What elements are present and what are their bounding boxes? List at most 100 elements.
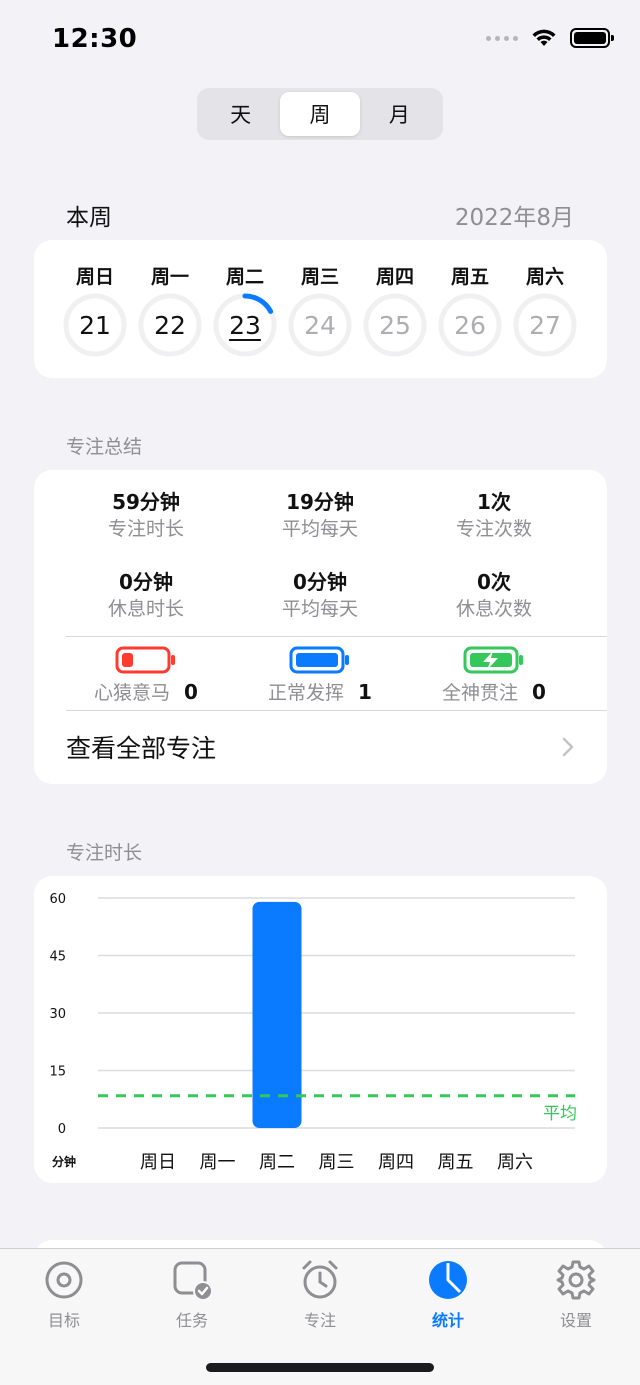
week-day-date: 25 xyxy=(379,310,411,340)
tab-statistics[interactable]: 统计 xyxy=(403,1259,493,1331)
y-tick-label: 30 xyxy=(49,1007,66,1022)
summary-section-label: 专注总结 xyxy=(66,436,143,458)
metric-focus-daily-average: 19分钟 平均每天 xyxy=(233,486,407,566)
metric-focus-count: 1次 专注次数 xyxy=(407,486,581,566)
alarm-clock-icon xyxy=(302,1260,338,1299)
day-progress-ring: 25 xyxy=(362,292,428,358)
mood-distracted: 心猿意马 0 xyxy=(59,646,233,705)
focus-summary-card: 59分钟 专注时长 19分钟 平均每天 1次 专注次数 0分钟 休息时长 0分钟… xyxy=(34,470,607,784)
week-day-date: 24 xyxy=(304,310,336,340)
tab-label: 统计 xyxy=(431,1311,464,1330)
metric-value: 0分钟 xyxy=(293,570,347,594)
week-day-21[interactable]: 周日 21 xyxy=(62,262,128,358)
wifi-icon xyxy=(532,29,556,46)
target-icon xyxy=(45,1261,83,1299)
tab-focus[interactable]: 专注 xyxy=(275,1259,365,1331)
tab-goals[interactable]: 目标 xyxy=(19,1259,109,1331)
week-header: 本周 2022年8月 xyxy=(66,198,574,232)
day-progress-ring: 27 xyxy=(512,292,578,358)
metric-value: 59分钟 xyxy=(112,490,180,514)
day-progress-ring: 24 xyxy=(287,292,353,358)
y-tick-label: 0 xyxy=(58,1122,66,1137)
mood-line: 心猿意马 0 xyxy=(94,678,198,705)
battery-low-icon xyxy=(115,646,175,674)
mood-name: 全神贯注 xyxy=(442,682,519,704)
mood-count: 0 xyxy=(184,679,198,704)
focus-duration-chart: 0 15 30 45 60 分钟 周日 周一 周二 周三 周四 周五 周六 平均 xyxy=(49,892,577,1173)
tab-label: 专注 xyxy=(303,1311,336,1330)
metric-label: 平均每天 xyxy=(281,518,358,540)
focus-moods: 心猿意马 0 正常发挥 1 全神贯注 0 xyxy=(34,646,607,705)
view-all-focus-label: 查看全部专注 xyxy=(66,734,217,763)
week-day-date: 26 xyxy=(454,310,486,340)
status-icons xyxy=(486,28,614,48)
status-time: 12:30 xyxy=(52,24,138,54)
chart-section-label: 专注时长 xyxy=(66,842,143,864)
week-day-22[interactable]: 周一 22 xyxy=(137,262,203,358)
week-day-27[interactable]: 周六 27 xyxy=(512,262,578,358)
week-day-date: 22 xyxy=(154,310,186,340)
mood-count: 0 xyxy=(532,679,546,704)
day-progress-ring: 26 xyxy=(437,292,503,358)
home-indicator xyxy=(206,1363,434,1372)
tab-tasks[interactable]: 任务 xyxy=(147,1259,237,1331)
week-day-23[interactable]: 周二 23 xyxy=(212,262,278,358)
metric-label: 休息次数 xyxy=(455,598,532,620)
mood-normal: 正常发挥 1 xyxy=(233,646,407,705)
x-tick-label: 周六 xyxy=(497,1152,533,1173)
metric-row-rest: 0分钟 休息时长 0分钟 平均每天 0次 休息次数 xyxy=(34,566,607,646)
mood-concentrated: 全神贯注 0 xyxy=(407,646,581,705)
view-all-focus-row[interactable]: 查看全部专注 xyxy=(66,714,607,780)
segment-week[interactable]: 周 xyxy=(280,92,360,136)
y-tick-label: 15 xyxy=(49,1065,66,1080)
metric-focus-duration: 59分钟 专注时长 xyxy=(59,486,233,566)
tab-label: 任务 xyxy=(175,1311,208,1330)
metric-value: 19分钟 xyxy=(286,490,354,514)
chevron-right-icon xyxy=(562,737,574,757)
pie-chart-icon xyxy=(429,1261,467,1299)
mood-line: 正常发挥 1 xyxy=(268,678,372,705)
y-axis-unit-label: 分钟 xyxy=(52,1154,76,1169)
week-day-24[interactable]: 周三 24 xyxy=(287,262,353,358)
divider xyxy=(66,710,607,711)
metric-label: 休息时长 xyxy=(107,598,184,620)
week-day-date: 23 xyxy=(229,310,261,340)
metric-value: 0次 xyxy=(477,570,511,594)
x-tick-label: 周三 xyxy=(319,1152,355,1173)
week-day-label: 周二 xyxy=(225,266,264,288)
tab-bar: 目标 任务 专注 统计 设置 xyxy=(0,1248,640,1385)
metric-value: 0分钟 xyxy=(119,570,173,594)
x-tick-label: 周五 xyxy=(438,1152,474,1173)
focus-duration-chart-card: 0 15 30 45 60 分钟 周日 周一 周二 周三 周四 周五 周六 平均 xyxy=(34,876,607,1183)
y-tick-label: 45 xyxy=(49,950,66,965)
battery-icon xyxy=(570,28,614,48)
mood-name: 正常发挥 xyxy=(268,682,345,704)
tab-label: 目标 xyxy=(47,1311,80,1330)
mood-count: 1 xyxy=(358,679,372,704)
week-day-26[interactable]: 周五 26 xyxy=(437,262,503,358)
segment-day[interactable]: 天 xyxy=(201,92,280,136)
day-progress-ring: 22 xyxy=(137,292,203,358)
average-label: 平均 xyxy=(543,1104,577,1124)
tab-label: 设置 xyxy=(559,1311,592,1330)
metric-rest-count: 0次 休息次数 xyxy=(407,566,581,646)
metric-row-focus: 59分钟 专注时长 19分钟 平均每天 1次 专注次数 xyxy=(34,486,607,566)
segment-month[interactable]: 月 xyxy=(360,92,439,136)
x-tick-label: 周一 xyxy=(200,1152,236,1173)
week-day-label: 周六 xyxy=(525,266,564,288)
day-progress-ring: 23 xyxy=(212,292,278,358)
week-calendar-card: 周日 21 周一 22 周二 23 周三 24 周四 25 周五 26 周六 27 xyxy=(34,240,607,378)
divider xyxy=(66,636,607,637)
bar-周二 xyxy=(252,901,302,1128)
battery-full-icon xyxy=(289,646,349,674)
week-days: 周日 21 周一 22 周二 23 周三 24 周四 25 周五 26 周六 27 xyxy=(62,262,578,358)
week-day-date: 21 xyxy=(79,310,111,340)
x-tick-label: 周四 xyxy=(378,1152,414,1173)
week-day-25[interactable]: 周四 25 xyxy=(362,262,428,358)
week-day-label: 周五 xyxy=(450,266,489,288)
metric-label: 专注时长 xyxy=(107,518,184,540)
tab-settings[interactable]: 设置 xyxy=(531,1259,621,1331)
metric-rest-daily-average: 0分钟 平均每天 xyxy=(233,566,407,646)
metric-label: 专注次数 xyxy=(455,518,532,540)
cellular-signal-icon xyxy=(486,35,518,41)
